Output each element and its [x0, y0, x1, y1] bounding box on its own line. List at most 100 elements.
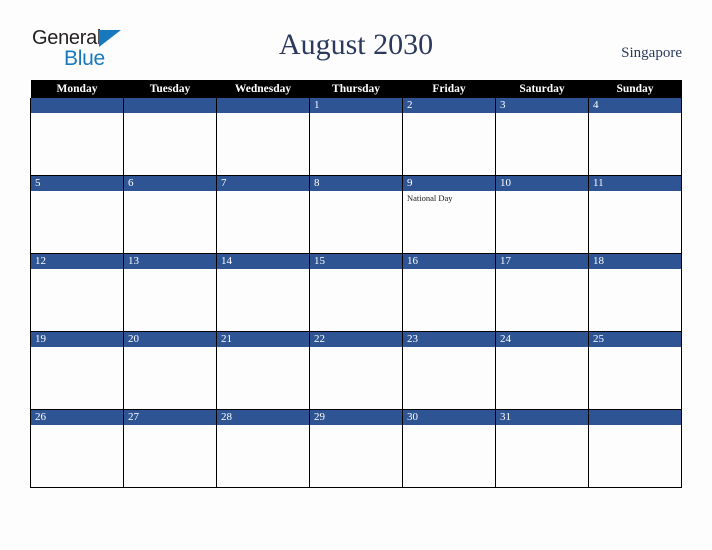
day-number: 10: [496, 176, 588, 191]
day-number: [589, 410, 681, 425]
day-cell-content: 25: [589, 332, 681, 409]
day-events: [496, 191, 588, 193]
day-number: 2: [403, 98, 495, 113]
day-cell-content: 15: [310, 254, 402, 331]
day-events: [31, 425, 123, 427]
day-cell-content: 26: [31, 410, 123, 487]
calendar-day-cell[interactable]: 8: [309, 175, 403, 254]
day-number: 17: [496, 254, 588, 269]
calendar-day-cell[interactable]: 23: [402, 331, 496, 410]
calendar-day-cell[interactable]: 19: [30, 331, 124, 410]
calendar-day-cell[interactable]: 14: [216, 253, 310, 332]
calendar-day-cell[interactable]: 16: [402, 253, 496, 332]
day-events: [310, 425, 402, 427]
calendar-day-cell[interactable]: 27: [123, 409, 217, 488]
calendar-day-cell[interactable]: 7: [216, 175, 310, 254]
calendar-day-cell[interactable]: 30: [402, 409, 496, 488]
day-cell-content: 30: [403, 410, 495, 487]
day-number: 30: [403, 410, 495, 425]
day-events: [31, 191, 123, 193]
day-number: 8: [310, 176, 402, 191]
day-events: [217, 191, 309, 193]
weekday-header-thursday: Thursday: [309, 80, 403, 98]
calendar-day-cell[interactable]: 15: [309, 253, 403, 332]
day-cell-content: 27: [124, 410, 216, 487]
day-number: 20: [124, 332, 216, 347]
day-cell-content: 3: [496, 98, 588, 175]
day-cell-content: [31, 98, 123, 175]
day-events: [31, 113, 123, 115]
day-cell-content: 10: [496, 176, 588, 253]
calendar-day-cell[interactable]: 25: [588, 331, 682, 410]
weekday-header-sunday: Sunday: [588, 80, 682, 98]
calendar-day-cell[interactable]: 4: [588, 98, 682, 176]
page-title: August 2030: [278, 28, 434, 61]
calendar-day-cell[interactable]: 26: [30, 409, 124, 488]
day-number: 4: [589, 98, 681, 113]
day-cell-content: 16: [403, 254, 495, 331]
weekday-header-friday: Friday: [402, 80, 496, 98]
day-number: 28: [217, 410, 309, 425]
calendar-week-row: 1234: [30, 98, 682, 176]
day-events: [589, 269, 681, 271]
weekday-header-row: Monday Tuesday Wednesday Thursday Friday…: [30, 80, 682, 98]
calendar-day-cell[interactable]: 10: [495, 175, 589, 254]
calendar-day-cell[interactable]: 21: [216, 331, 310, 410]
day-events: [124, 191, 216, 193]
day-events: [31, 347, 123, 349]
day-number: [124, 98, 216, 113]
calendar-day-cell[interactable]: 2: [402, 98, 496, 176]
day-number: 13: [124, 254, 216, 269]
calendar-day-cell[interactable]: 6: [123, 175, 217, 254]
day-events: [403, 113, 495, 115]
day-events: [403, 269, 495, 271]
day-events: [310, 347, 402, 349]
calendar-day-cell[interactable]: 29: [309, 409, 403, 488]
day-events: [589, 425, 681, 427]
location-label: Singapore: [621, 45, 682, 61]
day-events: National Day: [403, 191, 495, 204]
day-events: [496, 347, 588, 349]
calendar-day-cell[interactable]: 31: [495, 409, 589, 488]
calendar-day-cell[interactable]: 11: [588, 175, 682, 254]
day-events: [589, 191, 681, 193]
calendar-day-cell[interactable]: 1: [309, 98, 403, 176]
weekday-header-saturday: Saturday: [495, 80, 589, 98]
calendar-day-cell[interactable]: 9 National Day: [402, 175, 496, 254]
calendar-day-cell[interactable]: 22: [309, 331, 403, 410]
day-cell-content: 11: [589, 176, 681, 253]
day-events: [217, 425, 309, 427]
day-cell-content: 29: [310, 410, 402, 487]
day-cell-content: [124, 98, 216, 175]
day-number: 7: [217, 176, 309, 191]
weekday-header-monday: Monday: [30, 80, 124, 98]
calendar-day-cell[interactable]: 18: [588, 253, 682, 332]
day-number: 23: [403, 332, 495, 347]
calendar-week-row: 19 20 21 22 23 24 25: [30, 331, 682, 410]
calendar-header-row: Monday Tuesday Wednesday Thursday Friday…: [30, 80, 682, 98]
calendar-day-cell[interactable]: 5: [30, 175, 124, 254]
calendar-day-cell[interactable]: 28: [216, 409, 310, 488]
calendar-day-cell[interactable]: 3: [495, 98, 589, 176]
calendar-body: 1 2 3 4 5 6 7 8 9 National Day 10 11 12 13 14 15 16 17 18 1…: [30, 98, 682, 488]
calendar-day-cell[interactable]: [588, 409, 682, 488]
day-number: 18: [589, 254, 681, 269]
calendar-day-cell[interactable]: 24: [495, 331, 589, 410]
day-events: [496, 425, 588, 427]
calendar-page: General Blue August 2030 Singapore Monda…: [0, 0, 712, 550]
day-events: [124, 425, 216, 427]
day-cell-content: 28: [217, 410, 309, 487]
calendar-day-cell[interactable]: 20: [123, 331, 217, 410]
day-number: 25: [589, 332, 681, 347]
calendar-day-cell[interactable]: 17: [495, 253, 589, 332]
day-cell-content: 20: [124, 332, 216, 409]
calendar-day-cell[interactable]: [30, 98, 124, 176]
day-cell-content: 17: [496, 254, 588, 331]
day-number: 9: [403, 176, 495, 191]
day-events: [310, 191, 402, 193]
calendar-day-cell[interactable]: [123, 98, 217, 176]
calendar-day-cell[interactable]: [216, 98, 310, 176]
calendar-day-cell[interactable]: 13: [123, 253, 217, 332]
calendar-day-cell[interactable]: 12: [30, 253, 124, 332]
day-number: 19: [31, 332, 123, 347]
